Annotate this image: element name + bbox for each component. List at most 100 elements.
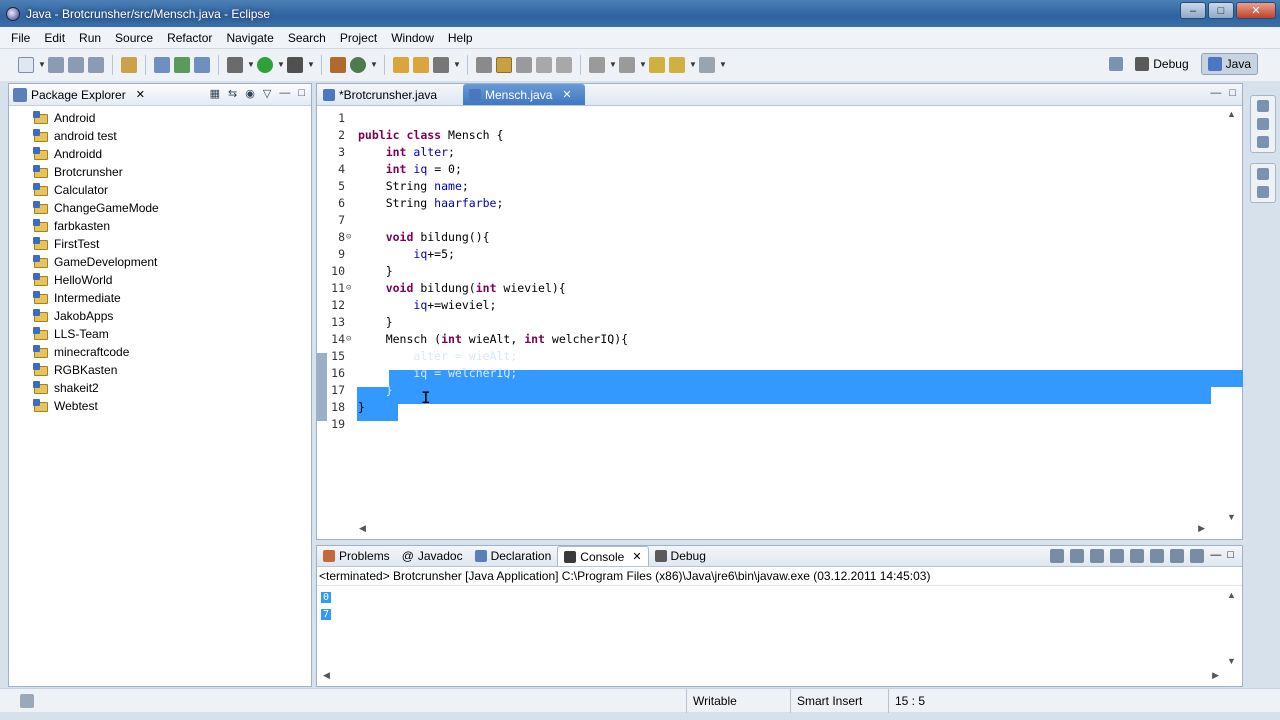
scroll-right-icon[interactable]: ▶ — [1212, 670, 1219, 681]
new-icon[interactable] — [18, 57, 34, 73]
menu-project[interactable]: Project — [333, 31, 384, 45]
tab-javadoc[interactable]: @ Javadoc — [396, 546, 469, 566]
project-item[interactable]: minecraftcode — [9, 343, 311, 361]
chevron-down-icon[interactable]: ▼ — [370, 61, 378, 69]
chevron-down-icon[interactable]: ▼ — [453, 61, 461, 69]
tab-mensch-java[interactable]: Mensch.java ✕ — [463, 84, 585, 105]
pin-console-icon[interactable] — [1150, 549, 1165, 563]
new-junit-icon[interactable] — [174, 57, 190, 73]
debug-icon[interactable] — [227, 57, 243, 73]
project-item[interactable]: Brotcrunsher — [9, 163, 311, 181]
project-item[interactable]: HelloWorld — [9, 271, 311, 289]
task-list-icon[interactable] — [1257, 136, 1269, 148]
project-item[interactable]: JakobApps — [9, 307, 311, 325]
fold-icon[interactable]: ⊝ — [345, 232, 355, 242]
terminate-icon[interactable] — [1050, 549, 1065, 563]
perspective-debug[interactable]: Debug — [1129, 53, 1194, 75]
menu-navigate[interactable]: Navigate — [219, 31, 280, 45]
external-tools-icon[interactable] — [287, 57, 303, 73]
perspective-java[interactable]: Java — [1200, 53, 1258, 75]
link-editor-icon[interactable]: ⇆ — [228, 87, 237, 100]
block-selection-icon[interactable] — [536, 57, 552, 73]
close-icon[interactable]: ✕ — [136, 88, 145, 101]
close-button[interactable]: ✕ — [1236, 2, 1276, 19]
close-icon[interactable]: ✕ — [632, 550, 641, 563]
tab-debug[interactable]: Debug — [649, 546, 712, 566]
project-item[interactable]: FirstTest — [9, 235, 311, 253]
highlight-icon[interactable] — [496, 57, 512, 73]
scroll-down-icon[interactable]: ▼ — [1227, 656, 1236, 666]
project-item[interactable]: GameDevelopment — [9, 253, 311, 271]
open-perspective-icon[interactable] — [1109, 57, 1124, 71]
project-item[interactable]: Calculator — [9, 181, 311, 199]
fold-icon[interactable]: ⊝ — [345, 334, 355, 344]
new-java-project-icon[interactable] — [154, 57, 170, 73]
tab-declaration[interactable]: Declaration — [469, 546, 558, 566]
scroll-lock-icon[interactable] — [1130, 549, 1145, 563]
restore-icon[interactable] — [1257, 168, 1269, 180]
chevron-down-icon[interactable]: ▼ — [277, 61, 285, 69]
project-item[interactable]: android test — [9, 127, 311, 145]
chevron-down-icon[interactable]: ▼ — [719, 61, 727, 69]
open-folder-icon[interactable] — [413, 57, 429, 73]
search-icon[interactable] — [433, 57, 449, 73]
chevron-down-icon[interactable]: ▼ — [639, 61, 647, 69]
scroll-up-icon[interactable]: ▲ — [1227, 109, 1236, 119]
minimize-icon[interactable]: — — [1210, 549, 1221, 563]
project-item[interactable]: Webtest — [9, 397, 311, 415]
close-icon[interactable]: ✕ — [562, 88, 571, 101]
tab-console[interactable]: Console ✕ — [557, 546, 649, 566]
project-item[interactable]: LLS-Team — [9, 325, 311, 343]
minimize-icon[interactable]: — — [1210, 87, 1221, 99]
prev-annotation-icon[interactable] — [619, 57, 635, 73]
menu-window[interactable]: Window — [384, 31, 441, 45]
hierarchy-icon[interactable] — [1257, 186, 1269, 198]
view-menu-icon[interactable]: ▽ — [263, 87, 271, 100]
menu-search[interactable]: Search — [281, 31, 333, 45]
chevron-down-icon[interactable]: ▼ — [247, 61, 255, 69]
fold-icon[interactable]: ⊝ — [345, 283, 355, 293]
save-icon[interactable] — [48, 57, 64, 73]
minimize-icon[interactable]: — — [279, 87, 290, 100]
project-item[interactable]: shakeit2 — [9, 379, 311, 397]
clear-console-icon[interactable] — [1110, 549, 1125, 563]
tab-problems[interactable]: Problems — [317, 546, 396, 566]
open-task-icon[interactable] — [121, 57, 137, 73]
editor-horizontal-scrollbar[interactable]: ◀ ▶ — [357, 522, 1207, 536]
chevron-down-icon[interactable]: ▼ — [689, 61, 697, 69]
whitespace-icon[interactable] — [556, 57, 572, 73]
display-console-icon[interactable] — [1170, 549, 1185, 563]
open-type-icon[interactable] — [393, 57, 409, 73]
scroll-up-icon[interactable]: ▲ — [1227, 590, 1236, 600]
tab-brotcrunsher-java[interactable]: *Brotcrunsher.java — [317, 84, 463, 105]
next-annotation-icon[interactable] — [589, 57, 605, 73]
project-item[interactable]: ChangeGameMode — [9, 199, 311, 217]
console-output[interactable]: 07 — [321, 589, 332, 623]
forward-icon[interactable] — [699, 57, 715, 73]
scroll-right-icon[interactable]: ▶ — [1198, 523, 1205, 534]
remove-launch-icon[interactable] — [1070, 549, 1085, 563]
spell-check-icon[interactable] — [516, 57, 532, 73]
collapse-all-icon[interactable]: ▦ — [210, 87, 220, 100]
back-icon[interactable] — [669, 57, 685, 73]
maximize-button[interactable]: □ — [1208, 2, 1234, 19]
package-icon[interactable] — [330, 57, 346, 73]
console-horizontal-scrollbar[interactable]: ◀ ▶ — [321, 669, 1221, 683]
chevron-down-icon[interactable]: ▼ — [307, 61, 315, 69]
project-item[interactable]: farbkasten — [9, 217, 311, 235]
menu-edit[interactable]: Edit — [37, 31, 72, 45]
console-vertical-scrollbar[interactable]: ▲ ▼ — [1225, 588, 1239, 666]
last-edit-icon[interactable] — [649, 57, 665, 73]
outline-icon[interactable] — [1257, 118, 1269, 130]
editor-vertical-scrollbar[interactable]: ▲ ▼ — [1225, 107, 1239, 524]
menu-help[interactable]: Help — [441, 31, 480, 45]
project-item[interactable]: Android — [9, 109, 311, 127]
minimize-button[interactable]: – — [1180, 2, 1206, 19]
menu-file[interactable]: File — [4, 31, 37, 45]
scroll-left-icon[interactable]: ◀ — [323, 670, 330, 681]
mark-occurrences-icon[interactable] — [476, 57, 492, 73]
run-icon[interactable] — [257, 57, 273, 73]
project-item[interactable]: Intermediate — [9, 289, 311, 307]
open-console-icon[interactable] — [1190, 549, 1205, 563]
menu-refactor[interactable]: Refactor — [160, 31, 219, 45]
